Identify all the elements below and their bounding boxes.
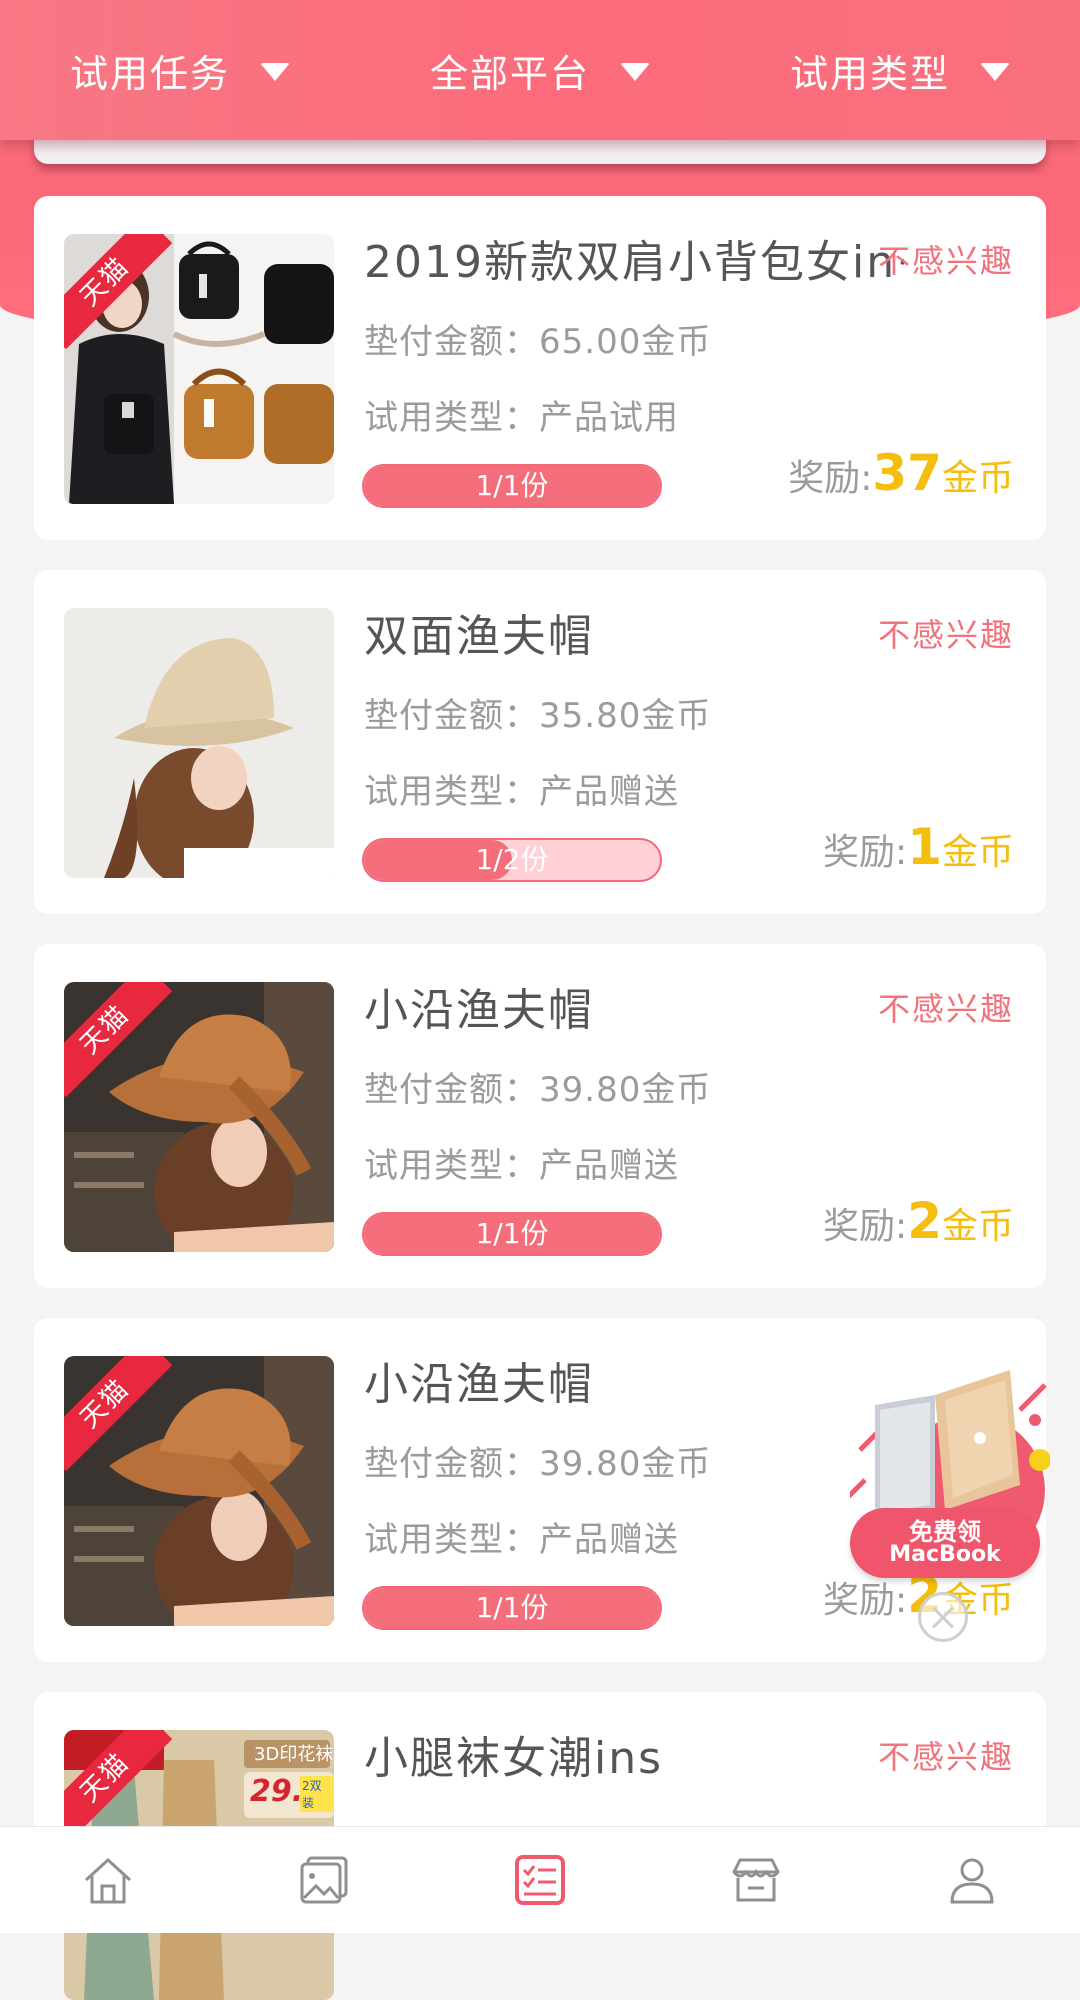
trial-card[interactable]: 天猫 2019新款双肩小背包女in··· 不感兴趣 垫付金额：65.00金币 试… <box>34 196 1046 540</box>
progress-text: 1/2份 <box>475 843 549 876</box>
profile-icon <box>950 1858 994 1904</box>
filter-bar: 试用任务 全部平台 试用类型 <box>0 0 1080 140</box>
filter-trial-task[interactable]: 试用任务 <box>70 43 290 98</box>
home-icon <box>84 1858 132 1904</box>
not-interested-button[interactable]: 不感兴趣 <box>878 236 1014 282</box>
reward-amount: 37 <box>872 444 942 502</box>
trial-card[interactable]: 双面渔夫帽 不感兴趣 垫付金额：35.80金币 试用类型：产品赠送 1/2份 奖… <box>34 570 1046 914</box>
macbook-promo-float[interactable]: 免费领 MacBook <box>843 1340 1051 1610</box>
bottom-nav <box>0 1826 1080 1933</box>
dropdown-triangle-icon <box>980 63 1010 81</box>
store-icon <box>732 1858 780 1902</box>
dropdown-triangle-icon <box>620 63 650 81</box>
product-title: 2019新款双肩小背包女in··· <box>364 237 904 288</box>
progress-text: 1/1份 <box>475 469 549 502</box>
trial-type: 试用类型：产品赠送 <box>364 772 679 812</box>
close-icon[interactable] <box>918 1592 968 1642</box>
reward-label: 奖励: <box>788 458 873 499</box>
promo-line2: MacBook <box>889 1542 1001 1567</box>
trial-card[interactable]: 天猫 小沿渔夫帽 不感兴趣 垫付金额：39.80金币 试用类型：产品赠送 1/1… <box>34 944 1046 1288</box>
reward: 奖励:37金币 <box>788 444 1014 502</box>
product-image-backpack: 天猫 <box>64 234 334 504</box>
product-title: 小腿袜女潮ins <box>364 1733 664 1784</box>
reward-amount: 1 <box>907 818 942 876</box>
not-interested-button[interactable]: 不感兴趣 <box>878 984 1014 1030</box>
reward-label: 奖励: <box>823 1206 908 1247</box>
filter-label: 试用类型 <box>789 51 950 96</box>
product-title: 小沿渔夫帽 <box>364 1359 594 1410</box>
task-list-icon <box>515 1855 565 1905</box>
product-title: 小沿渔夫帽 <box>364 985 594 1036</box>
reward: 奖励:2金币 <box>823 1192 1014 1250</box>
gallery-icon <box>300 1856 348 1904</box>
quota-progress-bar: 1/1份 <box>362 464 662 508</box>
quota-progress-bar: 1/2份 <box>362 838 662 882</box>
reward-unit: 金币 <box>941 1206 1014 1247</box>
not-interested-button[interactable]: 不感兴趣 <box>878 610 1014 656</box>
quota-progress-bar: 1/1份 <box>362 1212 662 1256</box>
dropdown-triangle-icon <box>260 63 290 81</box>
trial-type: 试用类型：产品赠送 <box>364 1520 679 1560</box>
thumb-caption: 3D印花袜 <box>254 1744 334 1765</box>
trial-type: 试用类型：产品赠送 <box>364 1146 679 1186</box>
deposit-amount: 垫付金额：65.00金币 <box>364 322 712 362</box>
filter-label: 试用任务 <box>69 51 230 96</box>
quota-progress-bar: 1/1份 <box>362 1586 662 1630</box>
not-interested-button[interactable]: 不感兴趣 <box>878 1732 1014 1778</box>
reward-unit: 金币 <box>941 832 1014 873</box>
filter-all-platforms[interactable]: 全部平台 <box>430 43 650 98</box>
nav-tasks[interactable] <box>505 1845 575 1915</box>
deposit-amount: 垫付金额：39.80金币 <box>364 1070 712 1110</box>
filter-trial-type[interactable]: 试用类型 <box>790 43 1010 98</box>
product-title: 双面渔夫帽 <box>364 611 594 662</box>
reward: 奖励:1金币 <box>823 818 1014 876</box>
reward-unit: 金币 <box>941 458 1014 499</box>
trial-type: 试用类型：产品试用 <box>364 398 679 438</box>
product-image-straw-hat: 天猫 <box>64 982 334 1252</box>
product-image-bucket-hat <box>64 608 334 878</box>
thumb-badge: 2双装 <box>300 1776 334 1812</box>
progress-text: 1/1份 <box>475 1591 549 1624</box>
nav-profile[interactable] <box>937 1845 1007 1915</box>
filter-label: 全部平台 <box>429 51 590 96</box>
progress-text: 1/1份 <box>475 1217 549 1250</box>
deposit-amount: 垫付金额：35.80金币 <box>364 696 712 736</box>
reward-label: 奖励: <box>823 832 908 873</box>
product-image-straw-hat: 天猫 <box>64 1356 334 1626</box>
nav-gallery[interactable] <box>289 1845 359 1915</box>
deposit-amount: 垫付金额：39.80金币 <box>364 1444 712 1484</box>
reward-amount: 2 <box>907 1192 942 1250</box>
nav-home[interactable] <box>73 1845 143 1915</box>
nav-store[interactable] <box>721 1845 791 1915</box>
